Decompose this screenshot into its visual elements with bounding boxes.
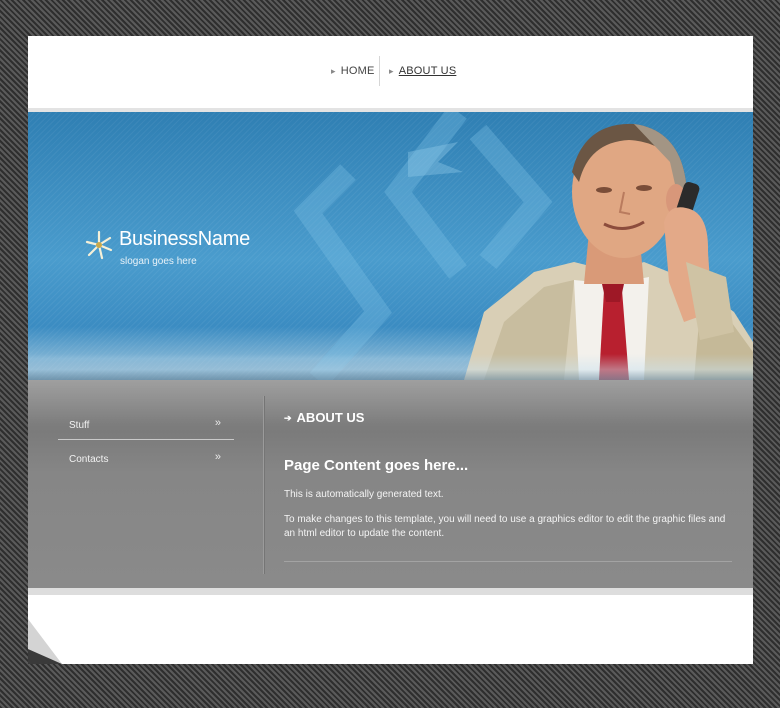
nav-home-label: HOME — [340, 65, 375, 77]
nav-about-link[interactable]: ▸ ABOUT US — [389, 65, 456, 79]
nav-about-label: ABOUT US — [398, 65, 457, 77]
sidebar-item-label: Stuff — [69, 420, 90, 431]
sidebar-menu: Stuff » Contacts » — [58, 406, 234, 473]
header-banner: BusinessName slogan goes here — [28, 112, 753, 380]
sidebar-item-label: Contacts — [69, 454, 109, 465]
sidebar-item-stuff[interactable]: Stuff » — [58, 406, 234, 439]
arrow-right-icon: ▸ — [331, 66, 336, 76]
sidebar-item-contacts[interactable]: Contacts » — [58, 440, 234, 473]
content-divider — [284, 561, 732, 562]
section-title-text: ABOUT US — [296, 410, 365, 425]
content-paragraph: To make changes to this template, you wi… — [284, 514, 726, 539]
content-paragraph: This is automatically generated text. — [284, 489, 444, 500]
arrow-right-icon: ➔ — [284, 413, 292, 423]
header-bottom-glow — [28, 354, 753, 380]
page-container: ▸ HOME ▸ ABOUT US BusinessName slogan go… — [28, 36, 753, 664]
content-area: Stuff » Contacts » ➔ ABOUT US Page Conten… — [28, 380, 753, 588]
slogan: slogan goes here — [120, 256, 197, 267]
starburst-icon — [85, 230, 113, 260]
column-divider — [263, 396, 264, 574]
section-title: ➔ ABOUT US — [284, 410, 364, 425]
page-fold-decoration — [28, 619, 62, 664]
top-nav: ▸ HOME ▸ ABOUT US — [28, 36, 753, 108]
brand-name: BusinessName — [119, 228, 250, 250]
double-chevron-right-icon: » — [214, 417, 221, 429]
content-bottom-bar — [28, 588, 753, 595]
page-heading: Page Content goes here... — [284, 457, 469, 474]
footer — [28, 595, 753, 664]
nav-home-link[interactable]: ▸ HOME — [331, 65, 375, 79]
businessman-image — [464, 123, 753, 380]
nav-divider — [379, 56, 380, 86]
double-chevron-right-icon: » — [214, 451, 221, 463]
arrow-right-icon: ▸ — [389, 66, 394, 76]
